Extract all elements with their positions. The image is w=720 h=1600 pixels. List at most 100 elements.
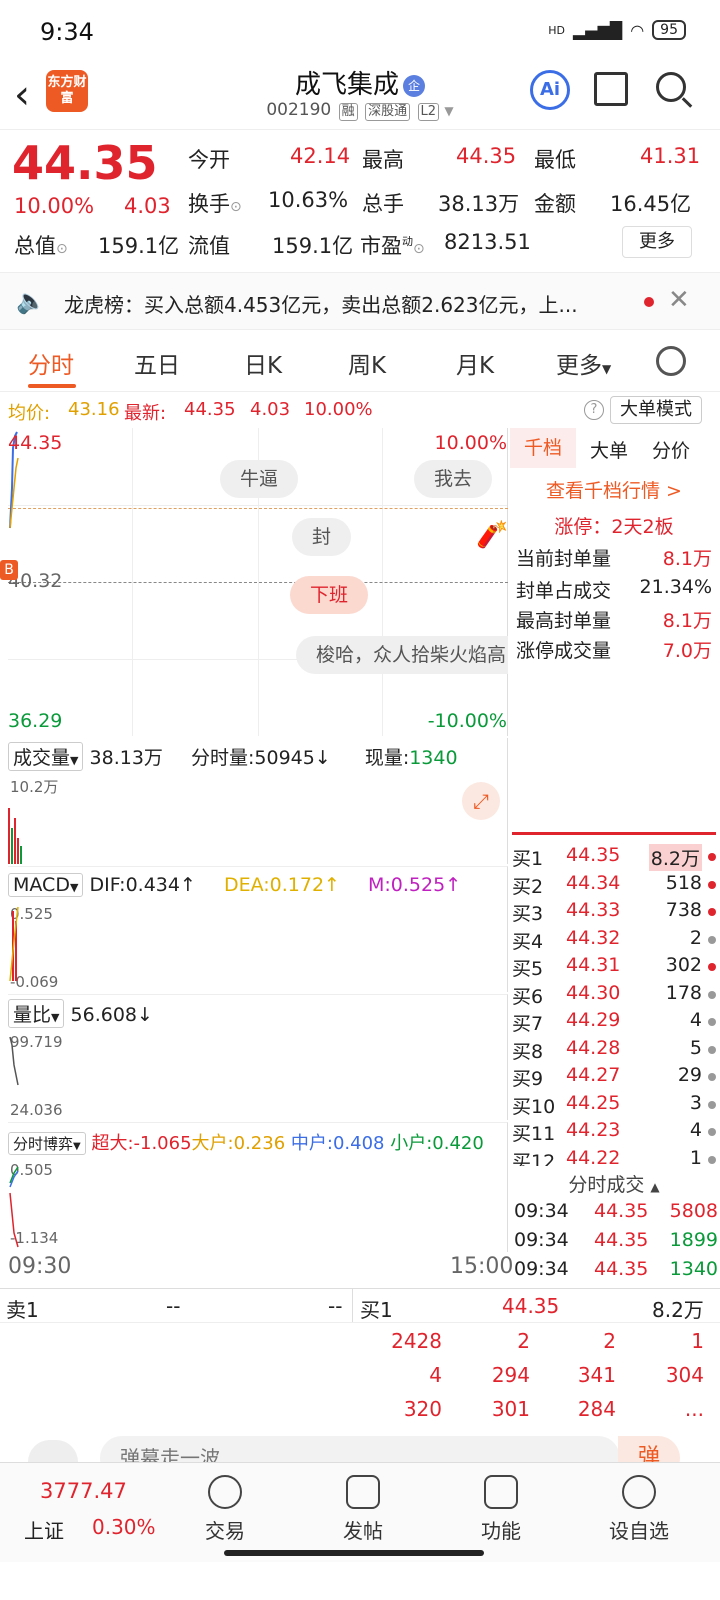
- chart-top-pct: 10.00%: [434, 432, 507, 454]
- danmaku-bubble: 封: [292, 518, 352, 556]
- tab-five-day[interactable]: 五日: [134, 346, 180, 380]
- ai-button[interactable]: Ai: [530, 70, 570, 110]
- tab-weekly-k[interactable]: 周K: [348, 346, 386, 380]
- ob-price: 44.28: [566, 1036, 621, 1059]
- orderbook-row[interactable]: 买1 44.35 8.2万: [512, 844, 718, 871]
- comment-icon[interactable]: [28, 1440, 78, 1462]
- more-button[interactable]: 更多: [622, 226, 692, 258]
- turnover-label[interactable]: 换手⊙: [188, 188, 242, 218]
- notice-text[interactable]: 龙虎榜：买入总额4.453亿元，卖出总额2.623亿元，上...: [64, 289, 624, 318]
- tag-connect: 深股通: [365, 103, 411, 121]
- tab-intraday[interactable]: 分时: [28, 346, 74, 380]
- ob-label: 买7: [512, 1013, 544, 1035]
- buy1-price: 44.35: [502, 1294, 560, 1318]
- tab-more[interactable]: 更多▼: [556, 346, 611, 380]
- queue-cell: 284: [577, 1397, 616, 1421]
- wifi-icon: ◠: [630, 20, 645, 40]
- home-indicator[interactable]: [224, 1550, 484, 1556]
- tab-big-order[interactable]: 大单: [590, 436, 628, 463]
- index-value: 3777.47: [40, 1479, 127, 1503]
- trade-row: 09:34 44.35 5808: [514, 1200, 718, 1222]
- ob-price: 44.25: [566, 1091, 621, 1114]
- lb-value: 56.608↓: [70, 1004, 153, 1026]
- orderbook-row[interactable]: 买12 44.22 1: [512, 1147, 718, 1166]
- orderbook-row[interactable]: 买9 44.27 29: [512, 1064, 718, 1091]
- orderbook-row[interactable]: 买2 44.34 518: [512, 872, 718, 899]
- queue-cell: 2: [517, 1329, 530, 1353]
- close-icon[interactable]: ✕: [668, 285, 690, 315]
- status-time: 9:34: [40, 18, 94, 46]
- volume-head: 成交量▼ 38.13万 分时量:50945↓ 现量:1340: [8, 742, 458, 771]
- yen-icon: [208, 1475, 242, 1509]
- orderbook-row[interactable]: 买6 44.30 178: [512, 982, 718, 1009]
- ob-qty: 518: [665, 871, 702, 894]
- lb-dropdown[interactable]: 量比▼: [8, 999, 65, 1028]
- tab-thousand-level[interactable]: 千档: [510, 428, 576, 468]
- queue-cell: 301: [491, 1397, 530, 1421]
- orderbook-row[interactable]: 买8 44.28 5: [512, 1037, 718, 1064]
- latest-value: 44.35: [184, 399, 236, 420]
- macd-dropdown[interactable]: MACD▼: [8, 873, 84, 897]
- search-icon[interactable]: [656, 72, 686, 102]
- nav-add-watchlist[interactable]: 设自选: [594, 1475, 684, 1544]
- gear-icon[interactable]: [656, 346, 686, 376]
- orderbook-row[interactable]: 买11 44.23 4: [512, 1119, 718, 1146]
- chevron-down-icon[interactable]: ▼: [444, 104, 453, 118]
- quote-panel: 44.35 10.00% 4.03 今开 42.14 最高 44.35 最低 4…: [0, 130, 720, 270]
- orderbook-row[interactable]: 买5 44.31 302: [512, 954, 718, 981]
- stock-code: 002190: [266, 100, 332, 120]
- caret-down-icon: ▼: [73, 1141, 81, 1152]
- orderbook-divider: [512, 832, 716, 835]
- nav-functions[interactable]: 功能: [456, 1475, 546, 1544]
- buy1-qty: 8.2万: [652, 1298, 704, 1322]
- volume-panel: 成交量▼ 38.13万 分时量:50945↓ 现量:1340 10.2万 ⤢: [8, 738, 508, 864]
- expand-icon[interactable]: ⤢: [462, 782, 500, 820]
- orderbook-row[interactable]: 买7 44.29 4: [512, 1009, 718, 1036]
- trade-time: 09:34: [514, 1200, 569, 1222]
- open-value: 42.14: [290, 144, 351, 168]
- orderbook-row[interactable]: 买3 44.33 738: [512, 899, 718, 926]
- high-value: 44.35: [456, 144, 517, 168]
- ob-dot: [708, 935, 716, 944]
- trade-qty: 1340: [669, 1258, 718, 1280]
- big-order-mode-button[interactable]: 大单模式: [610, 396, 702, 424]
- tab-price-dist[interactable]: 分价: [652, 436, 690, 463]
- ob-qty: 29: [677, 1064, 702, 1086]
- share-icon[interactable]: [594, 72, 628, 106]
- trade-time: 09:34: [514, 1258, 569, 1280]
- ob-price: 44.32: [566, 926, 621, 949]
- notice-bar[interactable]: 🔈 龙虎榜：买入总额4.453亿元，卖出总额2.623亿元，上... ✕: [0, 272, 720, 330]
- ob-qty: 8.2万: [648, 844, 702, 871]
- queue-cell: 2: [603, 1329, 616, 1353]
- view-thousand-link[interactable]: 查看千档行情 >: [516, 476, 712, 503]
- intraday-chart[interactable]: 44.35 10.00% 40.32 36.29 -10.00% B 牛逼 我去…: [0, 428, 508, 736]
- info-icon: ⊙: [413, 241, 425, 257]
- nav-trade[interactable]: 交易: [180, 1475, 270, 1544]
- pe-label[interactable]: 市盈动⊙: [360, 230, 425, 260]
- trades-title[interactable]: 分时成交 ▲: [516, 1170, 712, 1197]
- orderbook-row[interactable]: 买4 44.32 2: [512, 927, 718, 954]
- nav-post[interactable]: 发帖: [318, 1475, 408, 1544]
- ob-dot: [708, 1073, 716, 1081]
- tab-daily-k[interactable]: 日K: [244, 346, 282, 380]
- trade-qty: 1899: [669, 1229, 718, 1251]
- fs-value: 50945↓: [254, 747, 331, 769]
- danmaku-input[interactable]: [100, 1436, 620, 1462]
- tab-monthly-k[interactable]: 月K: [456, 346, 494, 380]
- danmaku-send-button[interactable]: 弹: [618, 1436, 680, 1462]
- help-icon[interactable]: ?: [584, 400, 604, 420]
- game-dropdown[interactable]: 分时博弈▼: [8, 1132, 86, 1155]
- orderbook[interactable]: 买1 44.35 8.2万 买2 44.34 518 买3 44.33 738 买4 44.32 2 买…: [510, 844, 720, 1166]
- trades-list[interactable]: 09:34 44.35 5808 09:34 44.35 1899 09:34 44.35 13…: [510, 1200, 720, 1290]
- float-label: 流值: [188, 234, 230, 258]
- game-head: 分时博弈▼ 超大:-1.065大户:0.236 中户:0.408 小户:0.42…: [8, 1129, 484, 1155]
- ob-qty: 5: [689, 1036, 702, 1059]
- orderbook-row[interactable]: 买10 44.25 3: [512, 1092, 718, 1119]
- mktcap-label[interactable]: 总值⊙: [14, 230, 68, 260]
- amount-value: 16.45亿: [610, 192, 692, 216]
- low-value: 41.31: [640, 144, 701, 168]
- ob-dot: [708, 1018, 716, 1026]
- volume-dropdown[interactable]: 成交量▼: [8, 742, 84, 771]
- chart-bottom-pct: -10.00%: [427, 710, 507, 732]
- ob-label: 买9: [512, 1068, 544, 1090]
